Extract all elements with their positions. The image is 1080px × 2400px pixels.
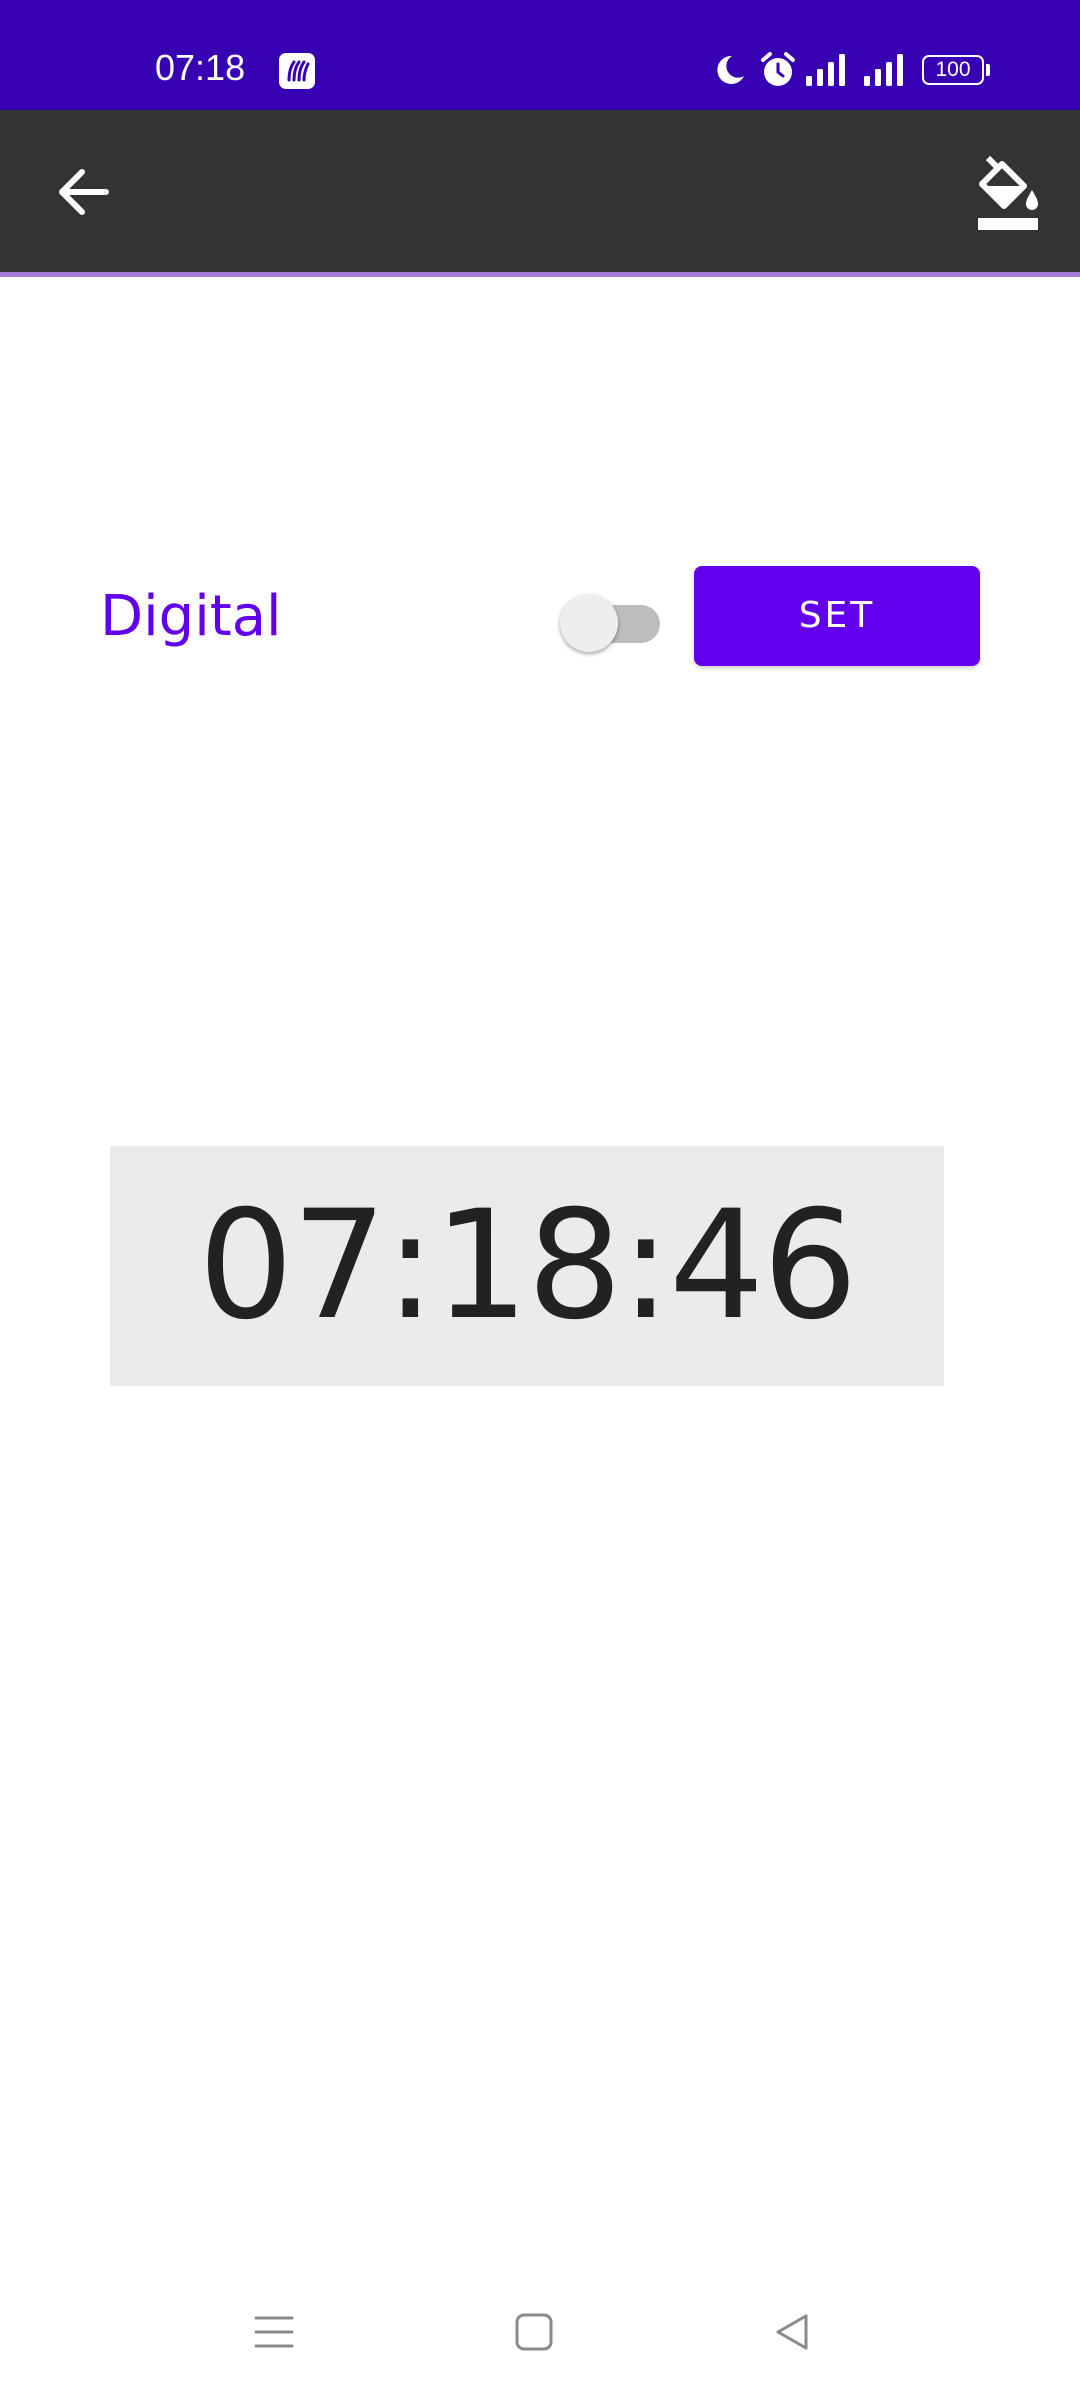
back-triangle-icon[interactable] [770, 2310, 814, 2354]
do-not-disturb-moon-icon [717, 55, 744, 84]
set-button[interactable]: SET [694, 566, 980, 666]
clock-display: 07:18:46 [110, 1146, 944, 1386]
status-bar: 07:18 100 [0, 0, 1080, 110]
home-square-icon[interactable] [512, 2310, 556, 2354]
notification-app-icon [279, 53, 315, 89]
battery-icon: 100 [922, 55, 984, 85]
signal-strength-icon-2 [864, 54, 903, 86]
back-arrow-icon[interactable] [48, 154, 120, 226]
signal-strength-icon-1 [806, 54, 845, 86]
alarm-icon [761, 52, 795, 86]
paint-bucket-icon[interactable] [966, 150, 1048, 236]
toggle-thumb [560, 594, 618, 652]
status-time: 07:18 [155, 47, 246, 88]
mode-label: Digital [100, 584, 282, 649]
app-bar [0, 110, 1080, 272]
app-bar-divider [0, 272, 1080, 277]
menu-lines-icon[interactable] [252, 2310, 296, 2354]
digital-toggle-switch[interactable] [560, 588, 664, 652]
clock-time-text: 07:18:46 [198, 1179, 858, 1353]
battery-tip [986, 64, 990, 76]
